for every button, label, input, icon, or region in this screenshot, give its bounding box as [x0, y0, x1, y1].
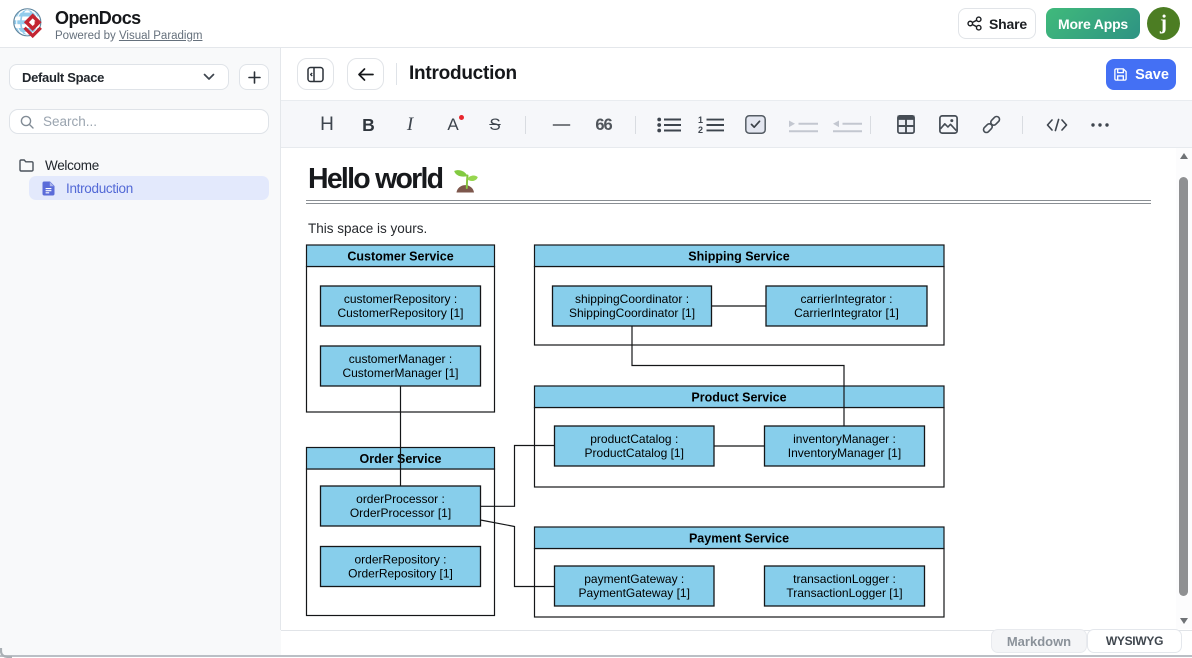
svg-text:OrderProcessor [1]: OrderProcessor [1] — [350, 506, 451, 520]
svg-text:Payment Service: Payment Service — [689, 532, 789, 546]
svg-text:InventoryManager [1]: InventoryManager [1] — [788, 446, 901, 460]
svg-text:CarrierIntegrator [1]: CarrierIntegrator [1] — [794, 306, 899, 320]
svg-text:customerManager :: customerManager : — [349, 352, 452, 366]
svg-text:Shipping Service: Shipping Service — [688, 250, 789, 264]
svg-text:1: 1 — [698, 115, 703, 125]
svg-text:OrderRepository [1]: OrderRepository [1] — [348, 567, 453, 581]
svg-text:PaymentGateway [1]: PaymentGateway [1] — [579, 586, 690, 600]
svg-text:paymentGateway :: paymentGateway : — [584, 572, 684, 586]
svg-text:Product Service: Product Service — [691, 391, 786, 405]
svg-text:carrierIntegrator :: carrierIntegrator : — [800, 292, 892, 306]
svg-text:CustomerRepository [1]: CustomerRepository [1] — [337, 306, 463, 320]
svg-text:2: 2 — [698, 125, 703, 134]
svg-text:ProductCatalog [1]: ProductCatalog [1] — [585, 446, 684, 460]
svg-text:orderRepository :: orderRepository : — [354, 553, 446, 567]
svg-text:productCatalog :: productCatalog : — [590, 432, 678, 446]
svg-text:orderProcessor :: orderProcessor : — [356, 492, 445, 506]
svg-text:CustomerManager [1]: CustomerManager [1] — [342, 366, 458, 380]
svg-text:transactionLogger :: transactionLogger : — [793, 572, 896, 586]
svg-text:TransactionLogger [1]: TransactionLogger [1] — [786, 586, 902, 600]
svg-text:shippingCoordinator :: shippingCoordinator : — [575, 292, 689, 306]
svg-text:inventoryManager :: inventoryManager : — [793, 432, 896, 446]
svg-text:ShippingCoordinator [1]: ShippingCoordinator [1] — [569, 306, 695, 320]
svg-text:customerRepository :: customerRepository : — [344, 292, 457, 306]
svg-text:Customer Service: Customer Service — [347, 250, 453, 264]
